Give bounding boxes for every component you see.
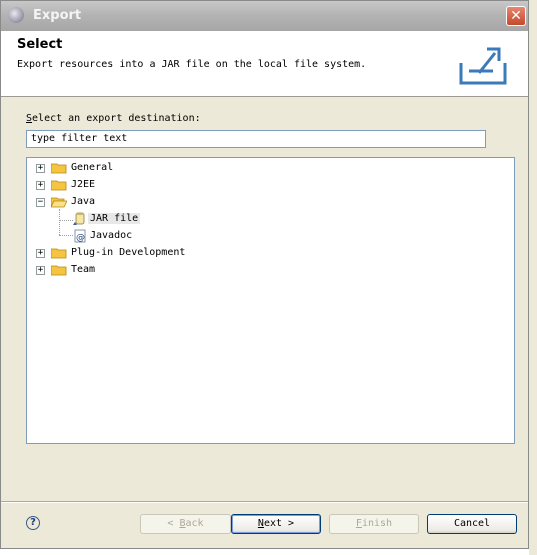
svg-text:@: @ <box>76 233 85 243</box>
folder-icon <box>51 163 67 174</box>
filter-input[interactable]: type filter text <box>26 130 486 148</box>
tree-item-label: Java <box>71 196 96 207</box>
finish-button[interactable]: Finish <box>329 514 419 534</box>
tree-item-jar-file[interactable]: JAR file <box>27 211 514 228</box>
tree-item-label: JAR file <box>88 213 141 224</box>
page-title: Select <box>17 37 63 52</box>
tree-item-label: Team <box>71 264 96 275</box>
tree-item-label: J2EE <box>71 179 96 190</box>
tree-item-label: Plug-in Development <box>71 247 186 258</box>
open-folder-icon <box>51 197 67 208</box>
tree-item-j2ee[interactable]: + J2EE <box>27 177 514 194</box>
wizard-header: Select Export resources into a JAR file … <box>1 31 528 97</box>
destination-tree[interactable]: + General + J2EE − Java JAR file @ Javad… <box>26 157 515 444</box>
tree-item-plugin-development[interactable]: + Plug-in Development <box>27 245 514 262</box>
close-button[interactable]: ✕ <box>506 6 526 26</box>
javadoc-icon: @ <box>74 229 86 243</box>
tree-item-java[interactable]: − Java <box>27 194 514 211</box>
next-button[interactable]: Next > <box>231 514 321 534</box>
tree-item-label: Javadoc <box>90 230 133 241</box>
tree-item-label: General <box>71 162 114 173</box>
tree-item-team[interactable]: + Team <box>27 262 514 279</box>
window-title: Export <box>33 8 82 23</box>
button-bar-separator <box>1 501 528 503</box>
help-icon[interactable]: ? <box>26 516 40 530</box>
export-dialog: Export ✕ Select Export resources into a … <box>0 0 529 549</box>
expand-icon[interactable]: + <box>36 249 45 258</box>
expand-icon[interactable]: + <box>36 181 45 190</box>
expand-icon[interactable]: + <box>36 266 45 275</box>
tree-item-general[interactable]: + General <box>27 160 514 177</box>
destination-label: Select an export destination: <box>26 113 201 124</box>
cancel-button[interactable]: Cancel <box>427 514 517 534</box>
export-wizard-icon <box>459 47 507 85</box>
folder-icon <box>51 265 67 276</box>
folder-icon <box>51 180 67 191</box>
folder-icon <box>51 248 67 259</box>
expand-icon[interactable]: + <box>36 164 45 173</box>
page-description: Export resources into a JAR file on the … <box>17 59 367 70</box>
jar-icon <box>73 212 85 225</box>
eclipse-icon <box>8 7 24 23</box>
background-area <box>529 0 537 555</box>
collapse-icon[interactable]: − <box>36 198 45 207</box>
title-bar[interactable]: Export ✕ <box>1 1 528 31</box>
tree-item-javadoc[interactable]: @ Javadoc <box>27 228 514 245</box>
back-button[interactable]: < Back <box>140 514 231 534</box>
